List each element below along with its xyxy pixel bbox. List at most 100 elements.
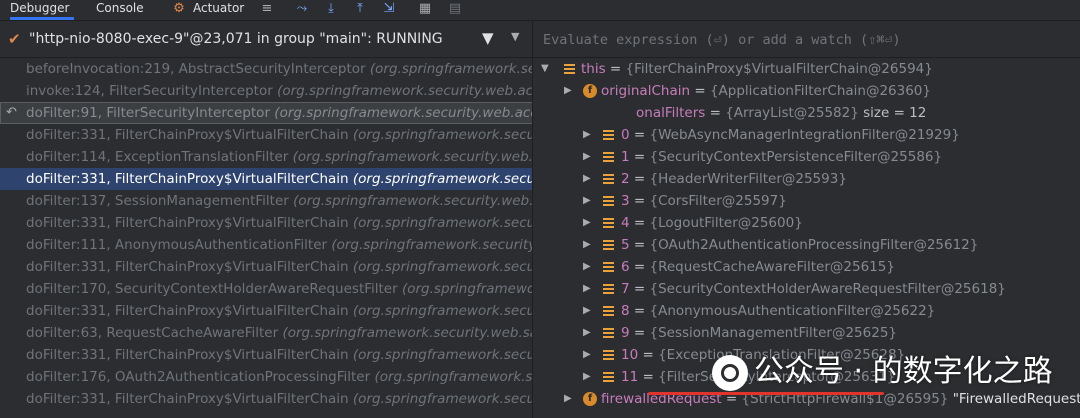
item-value: {SecurityContextHolderAwareRequestFilter… (649, 281, 1006, 297)
debugger-toolbar: Debugger Console ⚙ Actuator ≡ ⤳ ⤓ ⤒ ⇲ ▦ … (0, 0, 1080, 21)
item-value: {WebAsyncManagerIntegrationFilter@21929} (649, 127, 960, 143)
item-index: 5 (621, 237, 630, 253)
item-index: 1 (621, 149, 630, 165)
filter-item-row[interactable]: ▶ 4 = {LogoutFilter@25600} (533, 212, 1080, 234)
filter-item-row[interactable]: ▶ 9 = {SessionManagementFilter@25625} (533, 322, 1080, 344)
item-value: {LogoutFilter@25600} (649, 215, 803, 231)
tab-actuator[interactable]: Actuator (193, 0, 244, 20)
step-over-icon[interactable]: ⤳ (293, 0, 311, 18)
tab-console[interactable]: Console (96, 0, 144, 20)
frame-method: doFilter:331, FilterChainProxy$VirtualFi… (26, 303, 349, 319)
frame-package: (org.springframework.security.web) (352, 303, 532, 319)
expand-arrow-icon[interactable]: ▶ (583, 278, 591, 300)
expand-arrow-icon[interactable]: ▶ (583, 344, 591, 366)
frame-row[interactable]: doFilter:114, ExceptionTranslationFilter… (0, 146, 532, 168)
expand-arrow-icon[interactable]: ▶ (564, 388, 572, 410)
frame-package: (org.springframework.security.web) (352, 215, 532, 231)
frame-method: doFilter:111, AnonymousAuthenticationFil… (26, 237, 328, 253)
expand-arrow-icon[interactable]: ▶ (583, 322, 591, 344)
expand-arrow-icon[interactable]: ▶ (583, 190, 591, 212)
frame-method: doFilter:331, FilterChainProxy$VirtualFi… (26, 127, 349, 143)
frame-method: doFilter:331, FilterChainProxy$VirtualFi… (26, 171, 349, 187)
frame-row[interactable]: doFilter:137, SessionManagementFilter (o… (0, 190, 532, 212)
evaluate-placeholder: Evaluate expression (⏎) or add a watch (… (543, 32, 901, 48)
filter-item-row[interactable]: ▶ 0 = {WebAsyncManagerIntegrationFilter@… (533, 124, 1080, 146)
frame-package: (org.springframework.security.web) (352, 347, 532, 363)
frame-package: (org.springframework.security.web) (352, 259, 532, 275)
var-row-additionalFilters[interactable]: onalFilters = {ArrayList@25582} size = 1… (533, 102, 1080, 124)
frame-row[interactable]: doFilter:170, SecurityContextHolderAware… (0, 278, 532, 300)
filter-item-row[interactable]: ▶ 8 = {AnonymousAuthenticationFilter@256… (533, 300, 1080, 322)
frame-row[interactable]: doFilter:331, FilterChainProxy$VirtualFi… (0, 388, 532, 410)
field-icon (603, 350, 614, 360)
frame-row[interactable]: doFilter:111, AnonymousAuthenticationFil… (0, 234, 532, 256)
expand-arrow-icon[interactable]: ▶ (583, 212, 591, 234)
expand-arrow-icon[interactable]: ▶ (583, 168, 591, 190)
field-icon (603, 372, 614, 382)
frame-row[interactable]: doFilter:331, FilterChainProxy$VirtualFi… (0, 256, 532, 278)
filter-item-row[interactable]: ▶ 5 = {OAuth2AuthenticationProcessingFil… (533, 234, 1080, 256)
expand-arrow-icon[interactable]: ▶ (583, 300, 591, 322)
frame-list: beforeInvocation:219, AbstractSecurityIn… (0, 58, 532, 410)
step-into-icon[interactable]: ⤓ (322, 0, 340, 18)
run-to-cursor-icon[interactable]: ⇲ (380, 0, 398, 18)
frame-row[interactable]: doFilter:176, OAuth2AuthenticationProces… (0, 366, 532, 388)
frame-row[interactable]: invoke:124, FilterSecurityInterceptor (o… (0, 80, 532, 102)
frame-method: doFilter:91, FilterSecurityInterceptor (26, 105, 270, 121)
filter-item-row[interactable]: ▶ 3 = {CorsFilter@25597} (533, 190, 1080, 212)
item-index: 8 (621, 303, 630, 319)
filter-icon[interactable]: ▼ (482, 29, 494, 47)
chevron-down-icon[interactable]: ▼ (511, 30, 519, 43)
expand-arrow-icon[interactable]: ▶ (583, 124, 591, 146)
field-icon (564, 64, 575, 74)
frame-package: (org.springframework.security.oauth2) (374, 369, 532, 385)
frame-package: (org.springframework.security.web) (352, 391, 532, 407)
frame-row[interactable]: beforeInvocation:219, AbstractSecurityIn… (0, 58, 532, 80)
frame-row-selected[interactable]: doFilter:331, FilterChainProxy$VirtualFi… (0, 168, 532, 190)
frame-row[interactable]: doFilter:331, FilterChainProxy$VirtualFi… (0, 344, 532, 366)
filter-item-row[interactable]: ▶ 7 = {SecurityContextHolderAwareRequest… (533, 278, 1080, 300)
step-out-icon[interactable]: ⤒ (351, 0, 369, 18)
evaluate-expression-field[interactable]: Evaluate expression (⏎) or add a watch (… (533, 21, 1080, 58)
expand-arrow-icon[interactable]: ▶ (583, 256, 591, 278)
actuator-icon: ⚙ (173, 1, 185, 16)
frame-row[interactable]: doFilter:331, FilterChainProxy$VirtualFi… (0, 124, 532, 146)
item-index: 2 (621, 171, 630, 187)
frame-row[interactable]: doFilter:331, FilterChainProxy$VirtualFi… (0, 212, 532, 234)
watermark-text: 公众号 · 的数字化之路 (754, 354, 1053, 389)
field-icon (603, 218, 614, 228)
tab-debugger[interactable]: Debugger (10, 0, 74, 20)
filter-item-row[interactable]: ▶ 1 = {SecurityContextPersistenceFilter@… (533, 146, 1080, 168)
thread-selector[interactable]: ✔ "http-nio-8080-exec-9"@23,071 in group… (0, 21, 532, 58)
frame-method: doFilter:331, FilterChainProxy$VirtualFi… (26, 391, 349, 407)
drop-frame-icon[interactable]: ↶ (6, 102, 17, 124)
var-row-originalChain[interactable]: ▶ f originalChain = {ApplicationFilterCh… (533, 80, 1080, 102)
item-index: 4 (621, 215, 630, 231)
frame-row[interactable]: ↶ doFilter:91, FilterSecurityInterceptor… (0, 102, 532, 124)
frame-method: doFilter:63, RequestCacheAwareFilter (26, 325, 279, 341)
filter-item-row[interactable]: ▶ 2 = {HeaderWriterFilter@25593} (533, 168, 1080, 190)
var-value: {ApplicationFilterChain@26360} (709, 83, 931, 99)
expand-arrow-icon[interactable]: ▶ (583, 366, 591, 388)
frame-package: (org.springframework.security.web.sessio… (293, 193, 532, 209)
settings-grid-icon[interactable]: ▤ (446, 0, 464, 18)
expand-arrow-icon[interactable]: ▶ (583, 234, 591, 256)
expand-arrow-icon[interactable]: ▶ (564, 80, 572, 102)
filter-item-row[interactable]: ▶ 6 = {RequestCacheAwareFilter@25615} (533, 256, 1080, 278)
expand-arrow-icon[interactable]: ▶ (583, 146, 591, 168)
expand-arrow-icon[interactable]: ▼ (541, 58, 549, 80)
var-size: size = 12 (863, 105, 927, 121)
layout-menu-icon[interactable]: ≡ (258, 0, 276, 18)
evaluate-table-icon[interactable]: ▦ (416, 0, 434, 18)
frame-package: (org.springframework.security.web) (352, 127, 532, 143)
frame-method: beforeInvocation:219, AbstractSecurityIn… (26, 61, 366, 77)
frame-row[interactable]: doFilter:63, RequestCacheAwareFilter (or… (0, 322, 532, 344)
frame-row[interactable]: doFilter:331, FilterChainProxy$VirtualFi… (0, 300, 532, 322)
field-icon (603, 262, 614, 272)
frame-package: (org.springframework.security.web.access… (274, 105, 532, 121)
frame-method: doFilter:170, SecurityContextHolderAware… (26, 281, 398, 297)
item-value: {CorsFilter@25597} (649, 193, 787, 209)
final-field-icon: f (583, 392, 597, 406)
frame-method: doFilter:331, FilterChainProxy$VirtualFi… (26, 215, 349, 231)
var-row-this[interactable]: ▼ this = {FilterChainProxy$VirtualFilter… (533, 58, 1080, 80)
